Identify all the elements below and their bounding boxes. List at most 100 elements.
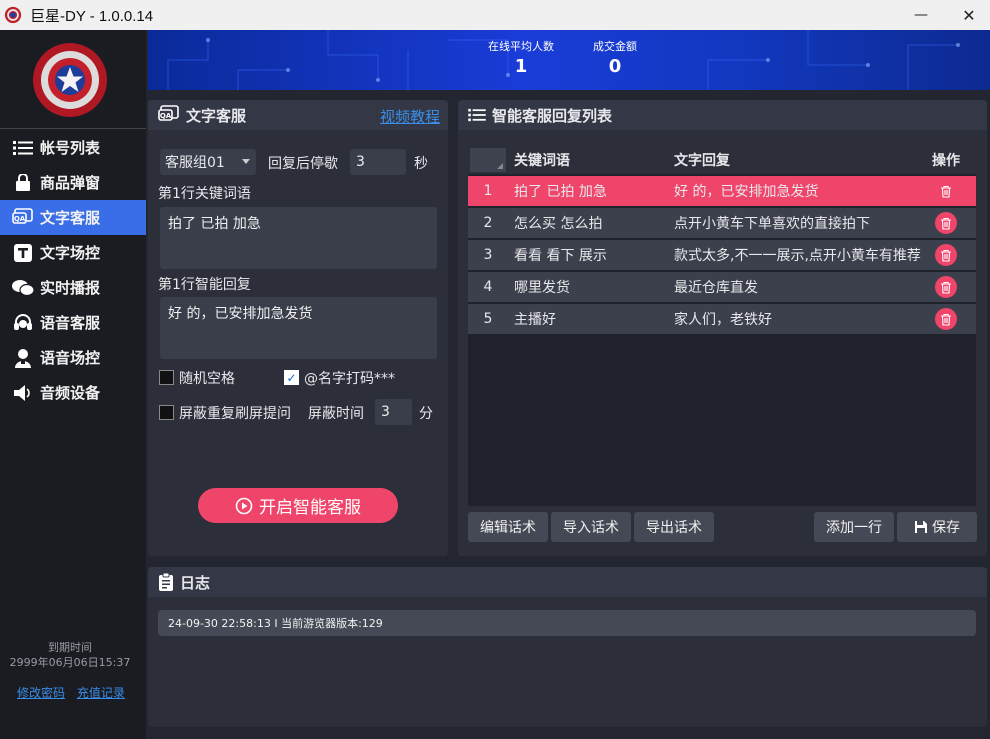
- row-number: 3: [483, 247, 493, 263]
- row-number: 4: [483, 279, 493, 295]
- row-number: 5: [483, 311, 493, 327]
- reply-list-panel: 智能客服回复列表 关键词语 文字回复 操作 1 拍了 已拍 加急 好 的，已安排…: [458, 100, 987, 556]
- chevron-down-icon: [242, 159, 250, 164]
- trash-icon[interactable]: [935, 244, 957, 266]
- reply-textarea[interactable]: 好 的，已安排加急发货: [160, 297, 437, 359]
- block-repeat-label: 屏蔽重复刷屏提问: [179, 406, 291, 422]
- export-script-button[interactable]: 导出话术: [634, 512, 714, 542]
- row-reply: 家人们，老铁好: [674, 312, 772, 328]
- sidebar-nav: 帐号列表 商品弹窗 QA 文字客服 文字场控 实时播报 语音客服 语音场控 音频…: [0, 130, 146, 410]
- panel-header: QA 文字客服 视频教程: [148, 100, 448, 130]
- clipboard-icon: [158, 573, 174, 591]
- start-service-button[interactable]: 开启智能客服: [198, 488, 398, 523]
- deal-value: 0: [608, 56, 622, 77]
- name-mask-checkbox[interactable]: ✓: [284, 370, 299, 385]
- save-button[interactable]: 保存: [897, 512, 977, 542]
- table-row[interactable]: 5 主播好 家人们，老铁好: [468, 304, 976, 334]
- sidebar-item-label: 帐号列表: [40, 139, 101, 157]
- column-operation: 操作: [932, 153, 960, 169]
- sidebar-item-label: 语音客服: [40, 314, 101, 332]
- chat-bubbles-icon: [12, 277, 34, 299]
- sidebar-item-product-popup[interactable]: 商品弹窗: [0, 165, 146, 200]
- sidebar-item-label: 音频设备: [40, 384, 101, 402]
- captain-shield-icon: [4, 6, 22, 24]
- table-header: 关键词语 文字回复 操作: [468, 146, 976, 174]
- block-time-unit: 分: [419, 406, 433, 422]
- block-repeat-checkbox[interactable]: [159, 405, 174, 420]
- sidebar-item-accounts[interactable]: 帐号列表: [0, 130, 146, 165]
- panel-header: 日志: [148, 567, 987, 597]
- keyword-textarea[interactable]: 拍了 已拍 加急: [160, 207, 437, 269]
- headset-icon: [12, 312, 34, 334]
- reply-label: 第1行智能回复: [158, 277, 251, 293]
- sidebar-item-text-control[interactable]: 文字场控: [0, 235, 146, 270]
- stop-seconds-input[interactable]: 3: [350, 149, 406, 175]
- list-icon: [12, 137, 34, 159]
- table-row[interactable]: 1 拍了 已拍 加急 好 的，已安排加急发货: [468, 176, 976, 206]
- qa-icon: QA: [158, 105, 180, 125]
- seconds-unit: 秒: [414, 156, 428, 172]
- row-keyword: 怎么买 怎么拍: [514, 216, 603, 232]
- bag-icon: [12, 172, 34, 194]
- sidebar-item-voice-service[interactable]: 语音客服: [0, 305, 146, 340]
- expire-value: 2999年06月06日15:37: [9, 656, 131, 669]
- video-tutorial-link[interactable]: 视频教程: [380, 106, 440, 127]
- expire-label: 到期时间: [48, 641, 92, 654]
- block-time-input[interactable]: 3: [375, 399, 412, 425]
- trash-icon[interactable]: [935, 212, 957, 234]
- panel-title: 智能客服回复列表: [492, 106, 613, 125]
- sidebar-item-text-service[interactable]: QA 文字客服: [0, 200, 146, 235]
- table-row[interactable]: 4 哪里发货 最近仓库直发: [468, 272, 976, 302]
- sidebar-item-audio-device[interactable]: 音频设备: [0, 375, 146, 410]
- row-keyword: 拍了 已拍 加急: [514, 184, 607, 200]
- recharge-record-link[interactable]: 充值记录: [77, 686, 125, 700]
- person-mic-icon: [12, 347, 34, 369]
- import-script-button[interactable]: 导入话术: [551, 512, 631, 542]
- panel-title: 日志: [180, 573, 211, 592]
- sidebar-divider: [0, 128, 146, 129]
- row-reply: 好 的，已安排加急发货: [674, 184, 819, 200]
- title-bar: 巨星-DY - 1.0.0.14 — ✕: [0, 0, 990, 30]
- trash-icon[interactable]: [935, 180, 957, 202]
- sidebar-links: 修改密码 充值记录: [17, 684, 133, 701]
- sidebar: 帐号列表 商品弹窗 QA 文字客服 文字场控 实时播报 语音客服 语音场控 音频…: [0, 30, 146, 739]
- table-row[interactable]: 2 怎么买 怎么拍 点开小黄车下单喜欢的直接拍下: [468, 208, 976, 238]
- sidebar-item-label: 商品弹窗: [40, 174, 101, 192]
- minimize-button[interactable]: —: [898, 0, 944, 30]
- row-keyword: 哪里发货: [514, 280, 570, 296]
- add-row-button[interactable]: 添加一行: [814, 512, 894, 542]
- svg-text:QA: QA: [160, 112, 172, 120]
- random-space-checkbox[interactable]: [159, 370, 174, 385]
- save-label: 保存: [932, 520, 960, 536]
- select-all-corner[interactable]: [470, 148, 506, 172]
- log-entry: 24-09-30 22:58:13 I 当前游览器版本:129: [158, 610, 976, 636]
- sidebar-item-live-broadcast[interactable]: 实时播报: [0, 270, 146, 305]
- deal-stat: 成交金额 0: [593, 38, 637, 77]
- select-value: 客服组01: [165, 155, 225, 171]
- speaker-icon: [12, 382, 34, 404]
- close-button[interactable]: ✕: [946, 0, 990, 30]
- trash-icon[interactable]: [935, 276, 957, 298]
- sidebar-item-voice-control[interactable]: 语音场控: [0, 340, 146, 375]
- online-value: 1: [514, 56, 528, 77]
- log-panel: 日志 24-09-30 22:58:13 I 当前游览器版本:129: [148, 567, 987, 727]
- text-t-icon: [12, 242, 34, 264]
- service-group-select[interactable]: 客服组01: [160, 149, 256, 175]
- online-stat: 在线平均人数 1: [488, 38, 554, 77]
- start-button-label: 开启智能客服: [259, 498, 361, 518]
- svg-text:QA: QA: [14, 215, 26, 223]
- sidebar-item-label: 文字场控: [40, 244, 101, 262]
- list-icon: [468, 108, 486, 122]
- captain-shield-logo: [33, 43, 107, 117]
- trash-icon[interactable]: [935, 308, 957, 330]
- online-label: 在线平均人数: [488, 40, 554, 53]
- window-title: 巨星-DY - 1.0.0.14: [30, 7, 154, 25]
- play-circle-icon: [235, 497, 253, 515]
- keyword-label: 第1行关键词语: [158, 186, 251, 202]
- sidebar-item-label: 语音场控: [40, 349, 101, 367]
- edit-script-button[interactable]: 编辑话术: [468, 512, 548, 542]
- table-row[interactable]: 3 看看 看下 展示 款式太多,不一一展示,点开小黄车有推荐: [468, 240, 976, 270]
- change-password-link[interactable]: 修改密码: [17, 686, 65, 700]
- qa-icon: QA: [12, 207, 34, 229]
- row-reply: 款式太多,不一一展示,点开小黄车有推荐: [674, 248, 921, 264]
